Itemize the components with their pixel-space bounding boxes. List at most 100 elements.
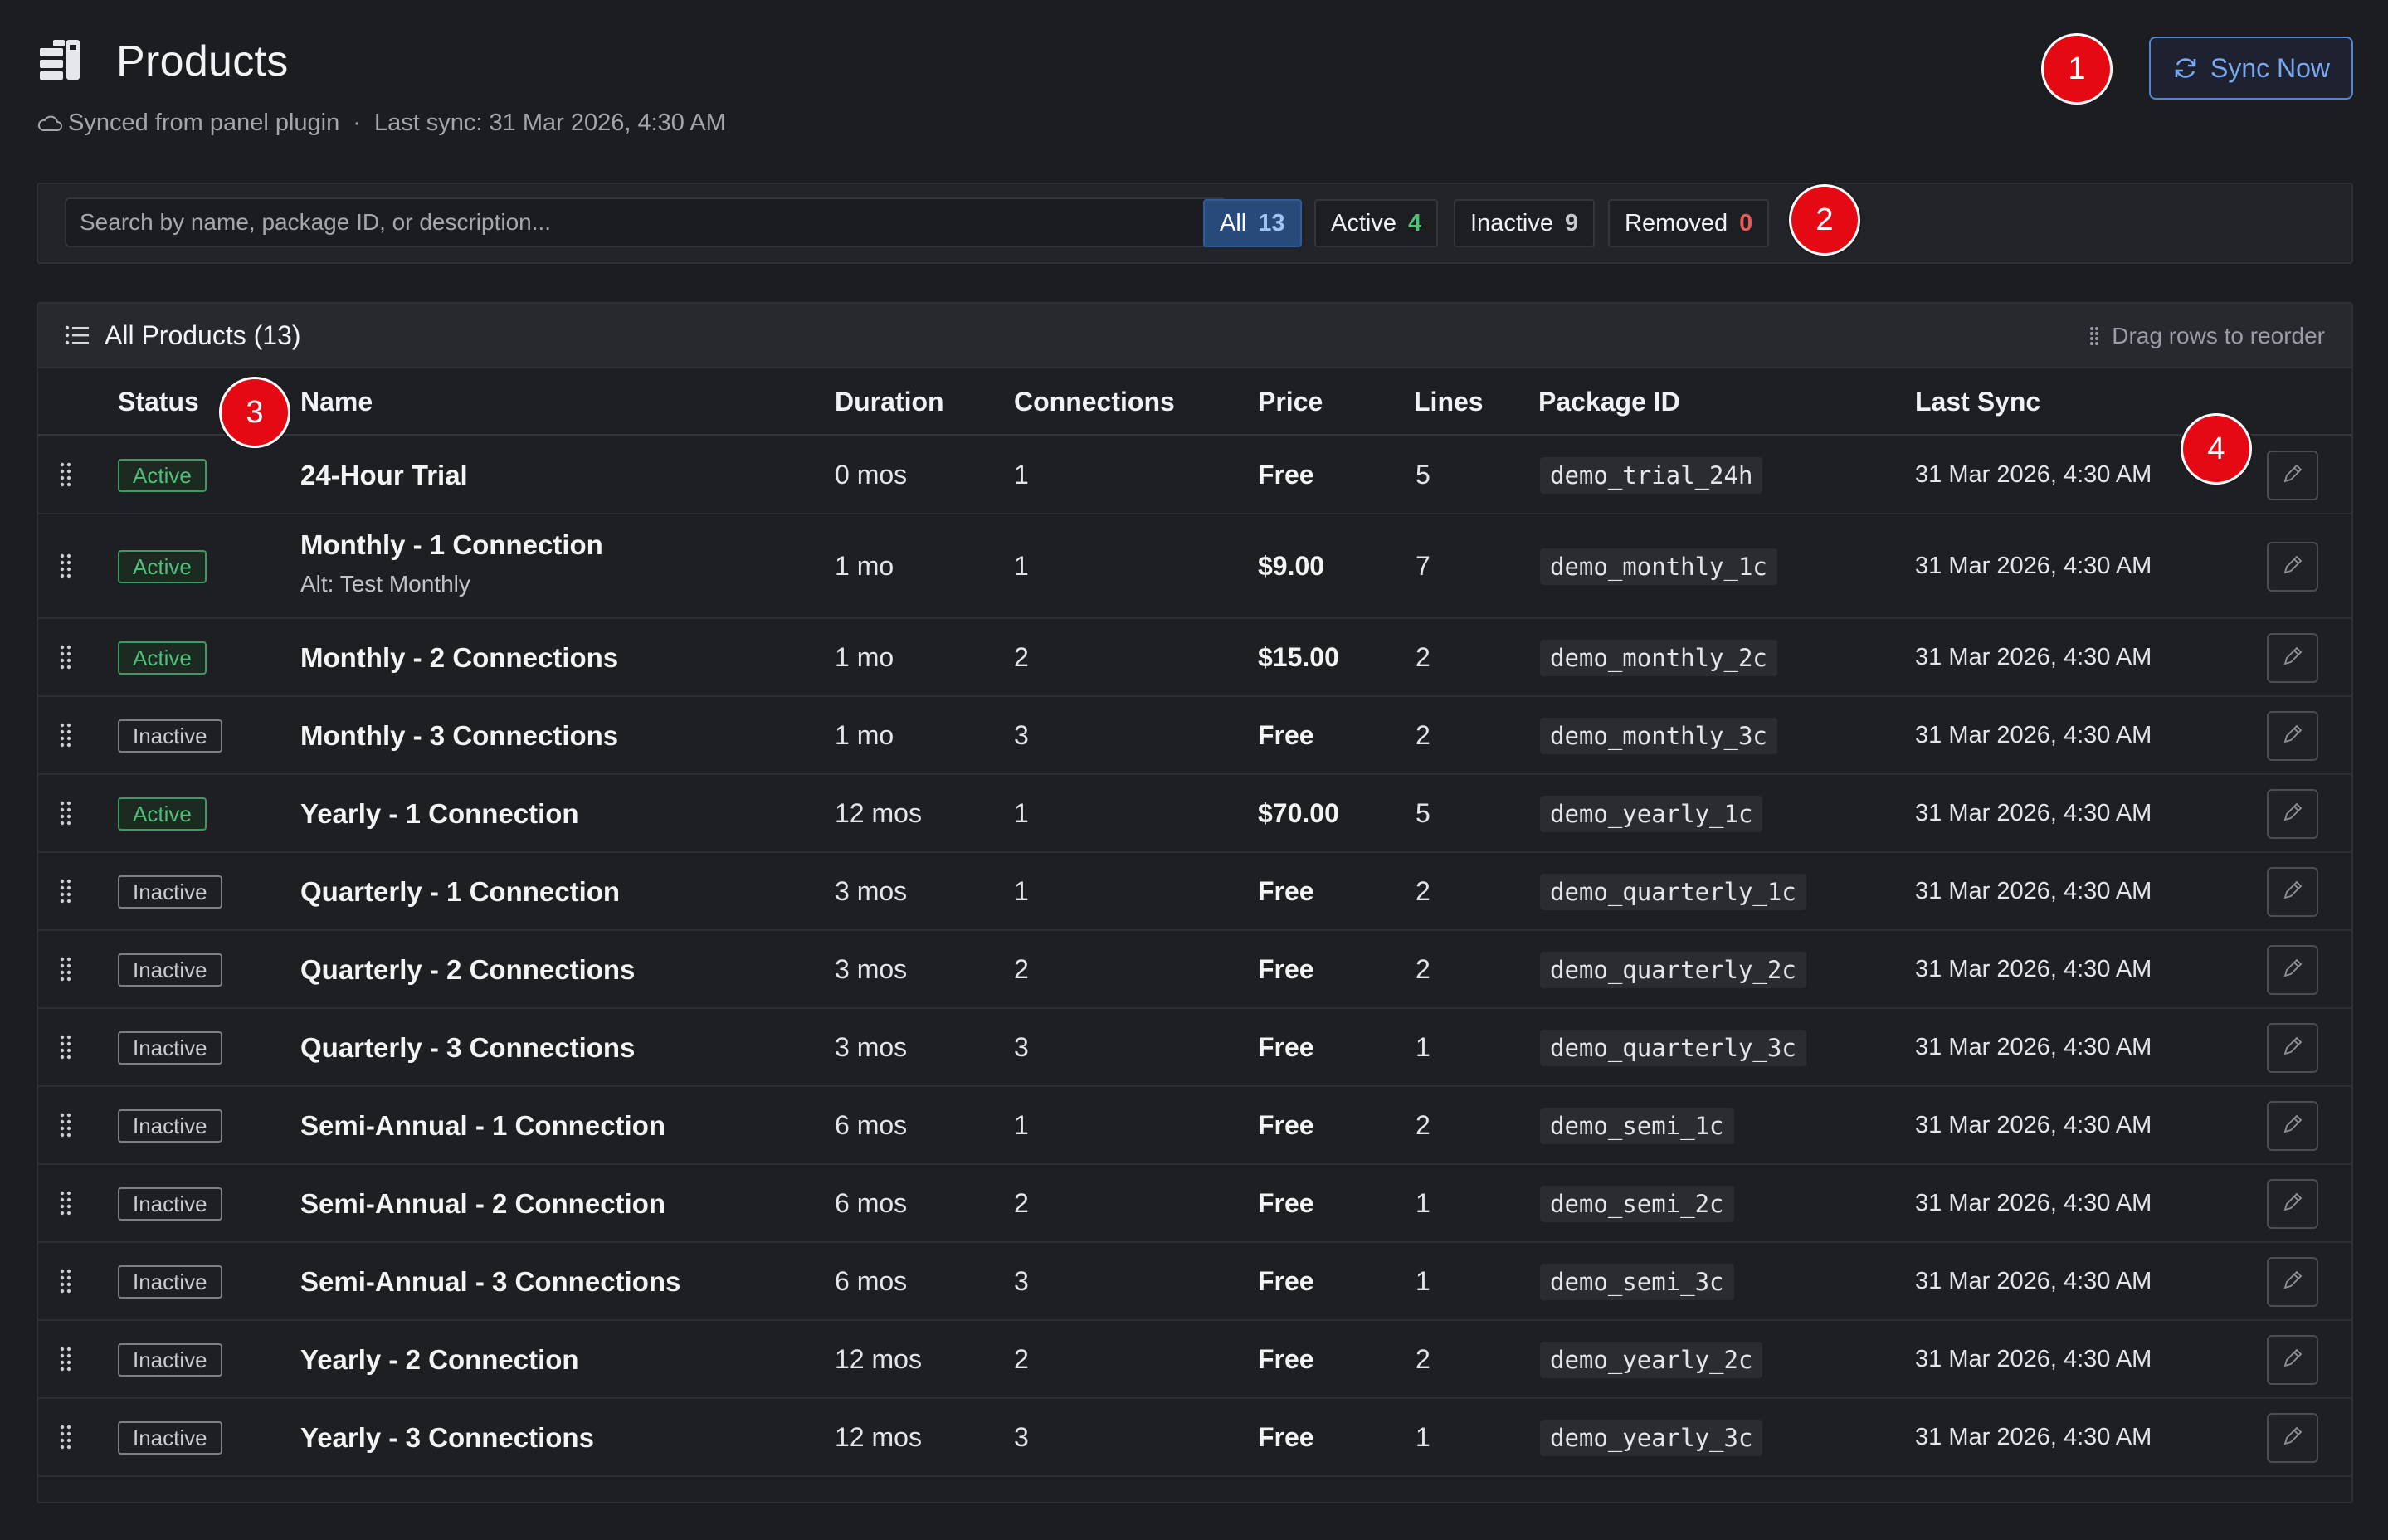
table-row[interactable]: Active Monthly - 1 Connection Alt: Test Mo… <box>38 514 2351 619</box>
column-header-last-sync[interactable]: Last Sync <box>1915 387 2040 417</box>
annotation-marker-2: 2 <box>1789 184 1860 256</box>
edit-button[interactable] <box>2267 711 2318 761</box>
price-value: Free <box>1258 720 1314 750</box>
table-row[interactable]: Inactive Semi-Annual - 1 Connection 6 mos 1… <box>38 1087 2351 1165</box>
refresh-icon <box>2175 58 2196 78</box>
edit-button[interactable] <box>2267 451 2318 500</box>
drag-handle-icon[interactable] <box>58 956 73 984</box>
column-header-status[interactable]: Status <box>118 387 199 417</box>
package-id-value: demo_quarterly_3c <box>1540 1030 1806 1066</box>
edit-button[interactable] <box>2267 867 2318 917</box>
drag-handle-icon[interactable] <box>58 722 73 750</box>
status-badge: Active <box>118 459 207 492</box>
search-input[interactable] <box>65 197 1226 247</box>
lines-value: 2 <box>1416 876 1430 906</box>
lines-value: 5 <box>1416 460 1430 490</box>
connections-value: 2 <box>1014 642 1029 672</box>
last-sync-value: 31 Mar 2026, 4:30 AM <box>1915 1424 2152 1450</box>
separator-dot: · <box>353 110 361 136</box>
drag-handle-icon[interactable] <box>58 553 73 581</box>
table-row[interactable]: Inactive Quarterly - 3 Connections 3 mos 3 F… <box>38 1009 2351 1087</box>
edit-button[interactable] <box>2267 945 2318 995</box>
chip-count: 4 <box>1407 209 1422 236</box>
edit-button[interactable] <box>2267 1101 2318 1151</box>
table-row[interactable]: Inactive Quarterly - 2 Connections 3 mos 2 F… <box>38 931 2351 1009</box>
connections-value: 1 <box>1014 1110 1029 1140</box>
last-sync-value: 31 Mar 2026, 4:30 AM <box>1915 1268 2152 1294</box>
price-value: Free <box>1258 1344 1314 1374</box>
drag-handle-icon[interactable] <box>58 800 73 828</box>
column-header-duration[interactable]: Duration <box>835 387 944 417</box>
duration-value: 3 mos <box>835 876 908 906</box>
status-badge: Inactive <box>118 1109 222 1143</box>
drag-handle-icon[interactable] <box>58 1424 73 1452</box>
table-row[interactable]: Inactive Monthly - 3 Connections 1 mo 3 Free… <box>38 697 2351 775</box>
product-name: Monthly - 3 Connections <box>300 720 619 751</box>
duration-value: 1 mo <box>835 642 894 672</box>
status-badge: Inactive <box>118 1265 222 1299</box>
drag-hint: Drag rows to reorder <box>2088 304 2325 368</box>
edit-button[interactable] <box>2267 1023 2318 1073</box>
table-row[interactable]: Inactive Quarterly - 1 Connection 3 mos 1 Fr… <box>38 853 2351 931</box>
table-row[interactable]: Active Monthly - 2 Connections 1 mo 2 $15.00… <box>38 619 2351 697</box>
product-name: Semi-Annual - 1 Connection <box>300 1110 666 1141</box>
pencil-icon <box>2282 958 2303 983</box>
drag-handle-icon[interactable] <box>58 1034 73 1062</box>
column-header-lines[interactable]: Lines <box>1414 387 1484 417</box>
sync-source-text: Synced from panel plugin <box>68 110 340 136</box>
duration-value: 12 mos <box>835 1422 922 1452</box>
filter-chip-active[interactable]: Active 4 <box>1314 199 1439 247</box>
price-value: Free <box>1258 1188 1314 1218</box>
filter-bar: All 13 Active 4 Inactive 9 Removed 0 <box>37 183 2353 264</box>
status-badge: Inactive <box>118 875 222 909</box>
edit-button[interactable] <box>2267 1335 2318 1385</box>
drag-handle-icon[interactable] <box>58 878 73 906</box>
table-row[interactable]: Active 24-Hour Trial 0 mos 1 Free 5 demo_trial… <box>38 436 2351 514</box>
product-name: Quarterly - 1 Connection <box>300 876 621 907</box>
product-name: Yearly - 2 Connection <box>300 1344 579 1375</box>
product-name: Yearly - 1 Connection <box>300 798 579 829</box>
drag-handle-icon[interactable] <box>58 461 73 490</box>
sync-now-button[interactable]: Sync Now <box>2149 37 2353 100</box>
pencil-icon <box>2282 554 2303 580</box>
lines-value: 7 <box>1416 551 1430 581</box>
column-header-name[interactable]: Name <box>300 387 373 417</box>
table-row[interactable]: Inactive Semi-Annual - 3 Connections 6 mos… <box>38 1243 2351 1321</box>
status-badge: Inactive <box>118 1343 222 1377</box>
filter-chip-all[interactable]: All 13 <box>1203 199 1302 247</box>
column-header-connections[interactable]: Connections <box>1014 387 1175 417</box>
table-row[interactable]: Inactive Yearly - 2 Connection 12 mos 2 Free… <box>38 1321 2351 1399</box>
product-name: Monthly - 1 Connection <box>300 529 603 560</box>
pencil-icon <box>2282 1192 2303 1217</box>
drag-handle-icon[interactable] <box>58 1190 73 1218</box>
page-header: Products <box>37 37 289 86</box>
drag-handle-icon[interactable] <box>58 1268 73 1296</box>
filter-chip-inactive[interactable]: Inactive 9 <box>1454 199 1596 247</box>
drag-handle-icon[interactable] <box>58 1346 73 1374</box>
package-id-value: demo_monthly_3c <box>1540 718 1777 754</box>
lines-value: 2 <box>1416 954 1430 984</box>
edit-button[interactable] <box>2267 1413 2318 1463</box>
package-id-value: demo_yearly_1c <box>1540 796 1763 832</box>
drag-handle-icon[interactable] <box>58 1112 73 1140</box>
column-header-price[interactable]: Price <box>1258 387 1323 417</box>
annotation-marker-4: 4 <box>2181 413 2252 485</box>
last-sync-value: 31 Mar 2026, 4:30 AM <box>1915 1034 2152 1060</box>
price-value: Free <box>1258 1110 1314 1140</box>
table-row[interactable]: Inactive Yearly - 3 Connections 12 mos 3 Fre… <box>38 1399 2351 1477</box>
edit-button[interactable] <box>2267 633 2318 683</box>
table-row[interactable]: Active Yearly - 1 Connection 12 mos 1 $70.00… <box>38 775 2351 853</box>
edit-button[interactable] <box>2267 789 2318 839</box>
connections-value: 1 <box>1014 798 1029 828</box>
column-header-package-id[interactable]: Package ID <box>1538 387 1680 417</box>
package-id-value: demo_quarterly_1c <box>1540 874 1806 910</box>
drag-handle-icon[interactable] <box>58 644 73 672</box>
status-badge: Active <box>118 797 207 831</box>
table-row[interactable]: Inactive Semi-Annual - 2 Connection 6 mos 2… <box>38 1165 2351 1243</box>
status-badge: Inactive <box>118 1421 222 1455</box>
edit-button[interactable] <box>2267 1179 2318 1229</box>
edit-button[interactable] <box>2267 1257 2318 1307</box>
pencil-icon <box>2282 1425 2303 1451</box>
filter-chip-removed[interactable]: Removed 0 <box>1608 199 1770 247</box>
edit-button[interactable] <box>2267 542 2318 592</box>
